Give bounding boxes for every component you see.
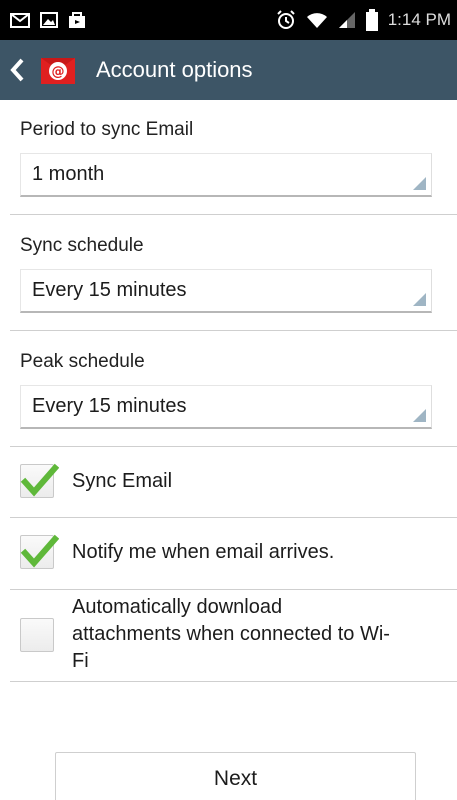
email-app-icon[interactable]: @	[38, 50, 78, 90]
dropdown-corner-icon	[413, 409, 426, 422]
dropdown-value: 1 month	[32, 163, 105, 185]
dropdown-value: Every 15 minutes	[32, 395, 187, 417]
notify-row[interactable]: Notify me when email arrives.	[20, 534, 450, 569]
dropdown-value: Every 15 minutes	[32, 279, 187, 301]
auto-download-row[interactable]: Automatically download attachments when …	[20, 594, 450, 675]
sync-email-checkbox[interactable]	[20, 463, 59, 498]
wifi-icon	[306, 11, 328, 29]
divider	[10, 589, 457, 590]
sync-email-row[interactable]: Sync Email	[20, 463, 450, 498]
sync-schedule-dropdown[interactable]: Every 15 minutes	[20, 269, 432, 313]
alarm-icon	[276, 10, 296, 30]
field-label: Sync schedule	[20, 235, 144, 256]
divider	[10, 330, 457, 331]
action-bar: @ Account options	[0, 40, 457, 100]
period-to-sync-dropdown[interactable]: 1 month	[20, 153, 432, 197]
auto-download-label-line: attachments when connected to Wi-	[72, 623, 390, 645]
dropdown-corner-icon	[413, 293, 426, 306]
auto-download-label-line: Automatically download	[72, 596, 283, 618]
checkmark-icon	[20, 463, 59, 497]
field-label: Period to sync Email	[20, 119, 194, 140]
divider	[10, 517, 457, 518]
image-icon	[40, 12, 58, 28]
page-title: Account options	[96, 57, 253, 82]
notify-checkbox[interactable]	[20, 534, 59, 569]
sync-email-label: Sync Email	[72, 469, 173, 492]
field-label: Peak schedule	[20, 351, 145, 372]
auto-download-checkbox[interactable]	[20, 617, 54, 652]
divider	[10, 214, 457, 215]
auto-download-label: Automatically download attachments when …	[72, 594, 390, 675]
dropdown-corner-icon	[413, 177, 426, 190]
peak-schedule-dropdown[interactable]: Every 15 minutes	[20, 385, 432, 429]
back-arrow-icon[interactable]	[10, 55, 30, 85]
notify-label: Notify me when email arrives.	[72, 540, 335, 563]
next-button[interactable]: Next	[55, 752, 416, 800]
divider	[10, 446, 457, 447]
svg-text:@: @	[52, 65, 65, 80]
auto-download-label-line: Fi	[72, 650, 89, 672]
status-bar: 1:14 PM	[0, 0, 457, 40]
signal-icon	[338, 11, 356, 29]
status-time: 1:14 PM	[387, 10, 451, 29]
divider	[10, 681, 457, 682]
checkmark-icon	[20, 534, 59, 568]
mail-icon	[10, 12, 30, 28]
battery-icon	[365, 9, 378, 31]
bag-icon	[68, 11, 86, 29]
